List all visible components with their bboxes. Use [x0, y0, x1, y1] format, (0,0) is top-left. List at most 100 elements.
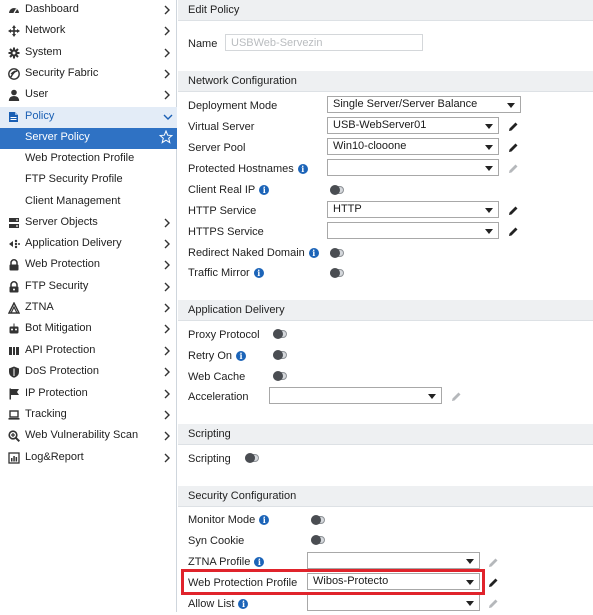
- sidebar-item-label: FTP Security: [25, 280, 89, 292]
- protected-hostnames-label: Protected Hostnames i: [188, 163, 308, 175]
- edit-pencil-icon[interactable]: [508, 142, 519, 153]
- syn-cookie-toggle[interactable]: [311, 535, 325, 545]
- chevron-right-icon: [163, 346, 171, 356]
- sidebar-subitem-server-policy[interactable]: Server Policy: [0, 128, 177, 149]
- sidebar-item-bot-mitigation[interactable]: Bot Mitigation: [0, 319, 177, 340]
- section-title: Security Configuration: [188, 490, 297, 502]
- sidebar-item-system[interactable]: System: [0, 43, 177, 64]
- deployment-mode-select[interactable]: Single Server/Server Balance: [327, 96, 521, 113]
- http-service-label: HTTP Service: [188, 205, 257, 217]
- allow-list-select[interactable]: [307, 594, 480, 611]
- log-report-icon: [8, 452, 20, 464]
- sidebar-item-server-objects[interactable]: Server Objects: [0, 213, 177, 234]
- traffic-mirror-toggle[interactable]: [330, 268, 344, 278]
- sidebar-item-ip-protection[interactable]: IP Protection: [0, 384, 177, 405]
- sidebar-subitem-ftp-security-profile[interactable]: FTP Security Profile: [0, 170, 177, 191]
- sidebar-item-web-vulnerability-scan[interactable]: Web Vulnerability Scan: [0, 426, 177, 447]
- sidebar-item-user[interactable]: User: [0, 85, 177, 106]
- sidebar-item-network[interactable]: Network: [0, 21, 177, 42]
- ztna-profile-label: ZTNA Profile i: [188, 556, 265, 568]
- sidebar-item-ftp-security[interactable]: FTP Security: [0, 277, 177, 298]
- chevron-right-icon: [163, 453, 171, 463]
- info-icon[interactable]: i: [259, 185, 270, 195]
- chevron-right-icon: [163, 48, 171, 58]
- edit-pencil-icon[interactable]: [508, 205, 519, 216]
- sidebar-item-api-protection[interactable]: API Protection: [0, 341, 177, 362]
- edit-pencil-icon[interactable]: [508, 121, 519, 132]
- edit-pencil-icon-disabled: [508, 163, 519, 174]
- caret-down-icon: [485, 229, 493, 234]
- info-icon[interactable]: i: [238, 599, 249, 609]
- proxy-protocol-toggle[interactable]: [273, 329, 287, 339]
- ip-flag-icon: [8, 388, 20, 400]
- ztna-profile-select[interactable]: [307, 552, 480, 569]
- sidebar-item-security-fabric[interactable]: Security Fabric: [0, 64, 177, 85]
- network-icon: [8, 25, 20, 37]
- sidebar-item-tracking[interactable]: Tracking: [0, 405, 177, 426]
- section-title: Application Delivery: [188, 304, 285, 316]
- sidebar-item-ztna[interactable]: ZTNA: [0, 298, 177, 319]
- virtual-server-value: USB-WebServer01: [333, 119, 427, 131]
- sidebar-item-label: IP Protection: [25, 387, 88, 399]
- info-icon[interactable]: i: [259, 515, 270, 525]
- info-icon[interactable]: i: [308, 248, 319, 258]
- chevron-right-icon: [163, 431, 171, 441]
- sidebar-subitem-client-management[interactable]: Client Management: [0, 192, 177, 213]
- https-service-select[interactable]: [327, 222, 499, 239]
- edit-pencil-icon-disabled: [451, 391, 462, 402]
- sidebar-item-label: Policy: [25, 110, 55, 122]
- edit-pencil-icon[interactable]: [508, 226, 519, 237]
- name-row: Name USBWeb-Servezin: [178, 34, 593, 55]
- server-pool-label: Server Pool: [188, 142, 246, 154]
- acceleration-select[interactable]: [269, 387, 442, 404]
- edit-policy-header: Edit Policy: [178, 0, 593, 21]
- https-service-label: HTTPS Service: [188, 226, 264, 238]
- chevron-right-icon: [163, 282, 171, 292]
- edit-pencil-icon-disabled: [488, 557, 499, 568]
- sidebar-item-label: Network: [25, 24, 66, 36]
- sidebar-item-dashboard[interactable]: Dashboard: [0, 0, 177, 21]
- chevron-down-icon: [163, 113, 173, 123]
- http-service-select[interactable]: HTTP: [327, 201, 499, 218]
- sidebar-item-policy[interactable]: Policy: [0, 107, 177, 128]
- client-real-ip-toggle[interactable]: [330, 185, 344, 195]
- sidebar-item-label: ZTNA: [25, 301, 54, 313]
- info-icon[interactable]: i: [254, 557, 265, 567]
- protected-hostnames-select[interactable]: [327, 159, 499, 176]
- caret-down-icon: [507, 103, 515, 108]
- security-fabric-icon: [8, 68, 20, 80]
- page-title: Edit Policy: [188, 4, 240, 16]
- edit-pencil-icon[interactable]: [488, 577, 499, 588]
- info-icon[interactable]: i: [236, 351, 247, 361]
- web-cache-row: Web Cache: [178, 367, 593, 388]
- server-pool-select[interactable]: Win10-clooone: [327, 138, 499, 155]
- chevron-right-icon: [163, 239, 171, 249]
- scripting-label: Scripting: [188, 453, 231, 465]
- virtual-server-select[interactable]: USB-WebServer01: [327, 117, 499, 134]
- web-cache-toggle[interactable]: [273, 371, 287, 381]
- policy-icon: [8, 111, 20, 123]
- server-pool-value: Win10-clooone: [333, 140, 407, 152]
- retry-on-toggle[interactable]: [273, 350, 287, 360]
- monitor-mode-toggle[interactable]: [311, 515, 325, 525]
- sidebar-item-dos-protection[interactable]: DoS Protection: [0, 362, 177, 383]
- sidebar-item-label: Bot Mitigation: [25, 322, 92, 334]
- scripting-toggle[interactable]: [245, 453, 259, 463]
- sidebar-subitem-web-protection-profile[interactable]: Web Protection Profile: [0, 149, 177, 170]
- name-field[interactable]: USBWeb-Servezin: [225, 34, 423, 51]
- server-pool-row: Server Pool Win10-clooone: [178, 138, 593, 159]
- chevron-right-icon: [163, 90, 171, 100]
- redirect-naked-domain-row: Redirect Naked Domain i: [178, 243, 593, 264]
- app-delivery-icon: [8, 238, 20, 250]
- sidebar-item-log-report[interactable]: Log&Report: [0, 448, 177, 469]
- section-security-configuration: Security Configuration: [178, 486, 593, 507]
- sidebar-item-application-delivery[interactable]: Application Delivery: [0, 234, 177, 255]
- info-icon[interactable]: i: [253, 268, 264, 278]
- scripting-row: Scripting: [178, 449, 593, 470]
- sidebar-item-web-protection[interactable]: Web Protection: [0, 255, 177, 276]
- star-icon[interactable]: [158, 129, 174, 144]
- caret-down-icon: [466, 559, 474, 564]
- redirect-naked-domain-toggle[interactable]: [330, 248, 344, 258]
- info-icon[interactable]: i: [297, 164, 308, 174]
- chevron-right-icon: [163, 218, 171, 228]
